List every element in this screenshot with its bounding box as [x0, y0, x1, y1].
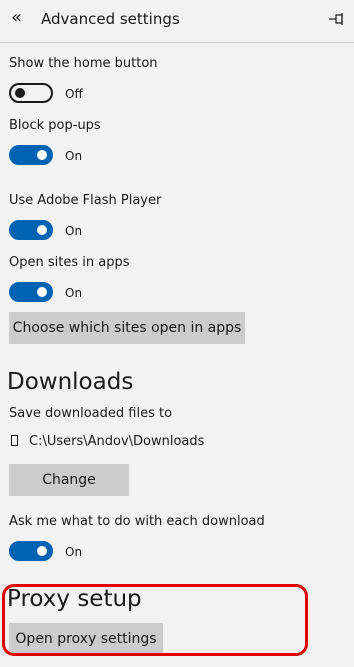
apps-toggle[interactable] [9, 282, 53, 302]
popups-toggle[interactable] [9, 145, 53, 165]
flash-state: On [65, 224, 83, 238]
toggle-knob [37, 287, 47, 297]
apps-label: Open sites in apps [9, 255, 130, 270]
save-location-label: Save downloaded files to [9, 406, 173, 421]
ask-download-toggle[interactable] [9, 541, 53, 561]
ask-download-label: Ask me what to do with each download [9, 514, 265, 529]
toggle-knob [37, 150, 47, 160]
home-button-label: Show the home button [9, 56, 158, 71]
popups-label: Block pop-ups [9, 118, 101, 133]
page-title: Advanced settings [41, 10, 180, 28]
back-icon[interactable]: « [11, 8, 22, 28]
choose-sites-button[interactable]: Choose which sites open in apps [9, 312, 245, 344]
header: « Advanced settings [0, 0, 354, 40]
flash-label: Use Adobe Flash Player [9, 193, 162, 208]
highlight-box [2, 584, 308, 656]
toggle-knob [37, 546, 47, 556]
flash-toggle[interactable] [9, 220, 53, 240]
folder-icon [11, 435, 18, 446]
apps-state: On [65, 286, 83, 300]
downloads-heading: Downloads [7, 369, 134, 395]
home-button-toggle[interactable] [9, 83, 53, 103]
ask-download-state: On [65, 545, 83, 559]
popups-state: On [65, 149, 83, 163]
change-button[interactable]: Change [9, 464, 129, 496]
download-path-text: C:\Users\Andov\Downloads [29, 434, 205, 449]
toggle-knob [15, 88, 25, 98]
header-divider [0, 42, 354, 43]
toggle-knob [37, 225, 47, 235]
pin-icon[interactable] [327, 11, 345, 27]
home-button-state: Off [65, 87, 83, 101]
